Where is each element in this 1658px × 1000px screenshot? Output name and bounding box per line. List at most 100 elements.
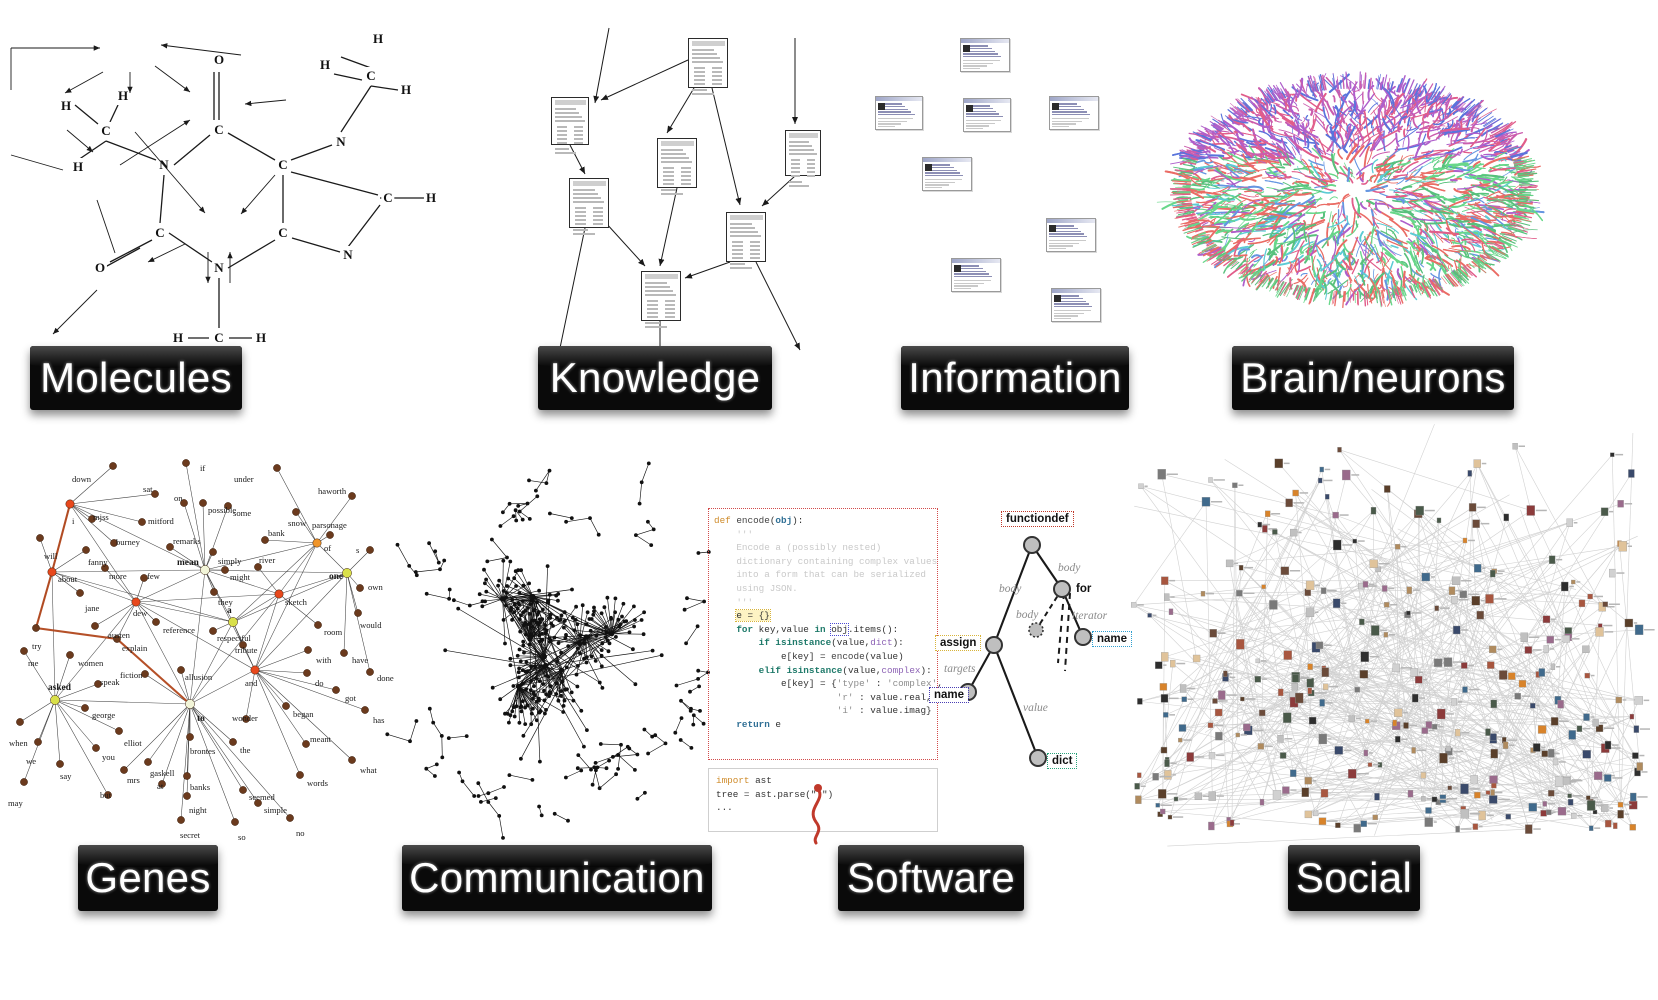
webpage-node	[1046, 218, 1096, 252]
gene-word-label: respectful	[217, 633, 251, 643]
gene-word-label: we	[26, 756, 37, 766]
caption-label: Communication	[409, 854, 705, 901]
gene-word-label: has	[373, 715, 385, 725]
gene-word-label: sketch	[285, 597, 307, 607]
gene-word-label: possible	[208, 505, 237, 515]
code-line: into a form that can be serialized	[714, 569, 927, 581]
gene-word-label: wonder	[232, 713, 258, 723]
code-line: using JSON.	[714, 582, 798, 594]
gene-word-label: jane	[85, 603, 100, 613]
panel-social	[1120, 420, 1658, 850]
caption-label: Knowledge	[549, 354, 761, 401]
caption-molecules: Molecules	[30, 346, 242, 410]
gene-word-label: asked	[48, 683, 71, 693]
gene-word-label: done	[377, 673, 394, 683]
code-line: if isinstance(value,dict):	[758, 637, 904, 649]
gene-word-label: you	[102, 752, 115, 762]
ast-node-assign: assign	[934, 635, 982, 651]
code-line: ...	[716, 802, 733, 814]
caption-genes: Genes	[78, 845, 218, 911]
panel-genes: down if under haworth sat on possible snow i mjss…	[0, 440, 400, 842]
python-parse-snippet: import ast tree = ast.parse(" ")...	[716, 774, 833, 815]
gene-word-label: secret	[180, 830, 201, 840]
caption-information: Information	[901, 346, 1129, 410]
gene-word-label: down	[72, 474, 92, 484]
ast-node-dict: dict	[1046, 753, 1078, 769]
gene-word-label: explain	[122, 643, 148, 653]
caption-label: Molecules	[40, 354, 232, 401]
gene-word-label: so	[238, 832, 246, 842]
gene-word-label: parsonage	[312, 520, 347, 530]
gene-word-label: might	[230, 572, 251, 582]
gene-word-label: some	[233, 508, 252, 518]
code-line: dictionary containing complex values	[714, 555, 938, 567]
gene-word-label: have	[352, 655, 369, 665]
ast-edge-label: body	[1058, 562, 1081, 574]
gene-word-label: do	[315, 678, 324, 688]
gene-word-label: but	[100, 790, 111, 800]
gene-word-label: george	[92, 710, 116, 720]
social-network-graph	[1131, 424, 1655, 847]
caption-knowledge: Knowledge	[538, 346, 772, 410]
code-line: e[key] = {'type' : 'complex',	[714, 678, 943, 690]
caption-label: Brain/neurons	[1240, 354, 1506, 401]
gene-word-label: mean	[177, 558, 199, 568]
webpage-node	[875, 96, 923, 130]
code-line: '''	[714, 596, 754, 608]
gene-word-label: seemed	[249, 792, 275, 802]
code-line: Encode a (possibly nested)	[714, 542, 882, 554]
gene-word-label: remarks	[173, 536, 201, 546]
gene-word-label: words	[307, 778, 329, 788]
ast-edge-label: targets	[944, 663, 976, 675]
gene-word-label: meant	[310, 734, 331, 744]
gene-word-label: got	[345, 693, 356, 703]
gene-word-label: reference	[163, 625, 195, 635]
gene-word-label: river	[259, 555, 276, 565]
communication-network	[385, 461, 711, 840]
gene-word-label: on	[174, 493, 183, 503]
gene-word-label: few	[147, 571, 160, 581]
code-line: tree = ast.parse(" ")	[716, 788, 834, 800]
gene-word-label: of	[324, 543, 332, 553]
gene-word-label: gaskell	[150, 768, 175, 778]
python-source-code: def encode(obj): ''' Encode a (possibly …	[714, 514, 943, 732]
gene-word-label: tribute	[235, 645, 258, 655]
gene-word-label: what	[360, 765, 377, 775]
gene-word-label: burney	[116, 537, 140, 547]
gene-word-label: own	[368, 582, 383, 592]
ast-node-name1: name	[928, 687, 970, 703]
caption-social: Social	[1288, 845, 1420, 911]
gene-word-label: simply	[218, 556, 242, 566]
code-line: def encode(obj):	[714, 515, 804, 526]
code-line: elif isinstance(value,complex):	[758, 664, 932, 676]
caption-label: Information	[908, 354, 1122, 401]
code-line: 'i' : value.imag}	[836, 705, 932, 717]
ast-edge-label: body	[1016, 609, 1039, 621]
gene-word-label: bank	[268, 528, 285, 538]
gene-word-label: with	[316, 655, 332, 665]
gene-word-label: me	[28, 658, 39, 668]
caption-brain: Brain/neurons	[1232, 346, 1514, 410]
gene-word-label: fanny	[88, 557, 108, 567]
gene-word-label: under	[234, 474, 254, 484]
caption-label: Software	[846, 854, 1016, 901]
panel-communication	[385, 461, 720, 840]
gene-word-label: when	[9, 738, 28, 748]
gene-word-label: room	[324, 627, 343, 637]
gene-word-label: fiction	[120, 670, 143, 680]
code-line: e = {}	[735, 609, 771, 623]
gene-word-label: sat	[143, 484, 153, 494]
webpage-node	[922, 157, 972, 191]
gene-word-label: banks	[190, 782, 211, 792]
gene-word-label: mjss	[93, 512, 109, 522]
webpage-node	[951, 258, 1001, 292]
webpage-node	[960, 38, 1010, 72]
code-line: '''	[714, 528, 754, 540]
caption-software: Software	[838, 845, 1024, 911]
panel-brain	[1155, 10, 1555, 340]
gene-word-label: mrs	[127, 775, 140, 785]
gene-word-label: mitford	[148, 516, 174, 526]
ast-edge-label: value	[1023, 702, 1048, 714]
webpage-node	[963, 98, 1011, 132]
gene-word-label: brontes	[190, 746, 216, 756]
